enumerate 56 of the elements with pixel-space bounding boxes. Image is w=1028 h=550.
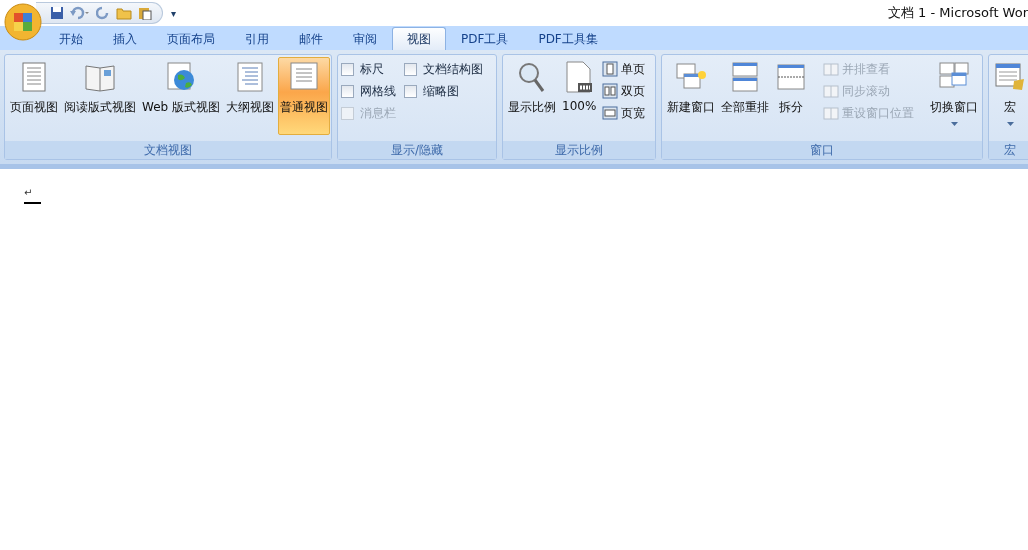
ribbon-tab[interactable]: PDF工具 <box>446 27 524 50</box>
view-button[interactable]: 全部重排 <box>719 57 771 135</box>
menu-button[interactable]: 切换窗口 <box>928 57 980 135</box>
group-title: 显示/隐藏 <box>338 141 496 159</box>
view-button[interactable]: 拆分 <box>773 57 809 135</box>
ribbon-tab[interactable]: 邮件 <box>284 27 338 50</box>
customize-toolbar-button[interactable]: ▾ <box>171 7 177 19</box>
text-cursor <box>24 202 41 204</box>
page-width-icon <box>602 105 619 121</box>
view-button[interactable]: 大纲视图 <box>224 57 276 135</box>
menu-button[interactable]: 宏 <box>992 57 1028 135</box>
view-button[interactable]: 页面视图 <box>8 57 60 135</box>
folder-icon[interactable] <box>116 6 132 20</box>
view-button[interactable]: 显示比例 <box>506 57 558 135</box>
draft-icon <box>288 61 320 93</box>
redo-icon[interactable] <box>96 6 110 20</box>
ribbon-tab[interactable]: 开始 <box>44 27 98 50</box>
page-icon <box>602 61 619 77</box>
two-pages-icon <box>602 83 619 99</box>
split-icon <box>775 61 807 93</box>
view-button[interactable]: 新建窗口 <box>665 57 717 135</box>
clipboard-icon[interactable] <box>138 6 152 20</box>
paragraph-mark: ↵ <box>24 187 33 198</box>
group-title: 文档视图 <box>5 141 331 159</box>
checkbox[interactable]: 缩略图 <box>404 80 483 102</box>
outline-icon <box>234 61 266 93</box>
toolbar-button[interactable]: 单页 <box>600 58 648 80</box>
view-button[interactable]: 普通视图 <box>278 57 330 135</box>
ribbon-tab[interactable]: 页面布局 <box>152 27 230 50</box>
save-icon[interactable] <box>50 6 64 20</box>
arrange-icon <box>729 61 761 93</box>
caret-icon <box>950 122 958 126</box>
undo-icon[interactable] <box>70 6 90 20</box>
checkbox[interactable]: 文档结构图 <box>404 58 483 80</box>
toolbar-button[interactable]: 双页 <box>600 80 648 102</box>
view-button[interactable]: 阅读版式视图 <box>62 57 138 135</box>
window-title: 文档 1 - Microsoft Wor <box>887 4 1028 22</box>
macro-icon <box>994 61 1026 93</box>
ribbon-tab[interactable]: 引用 <box>230 27 284 50</box>
checkbox[interactable]: 标尺 <box>341 58 396 80</box>
view-button[interactable]: Web 版式视图 <box>140 57 222 135</box>
ribbon-tab[interactable]: 审阅 <box>338 27 392 50</box>
window-icon <box>823 61 839 77</box>
caret-icon <box>1006 122 1014 126</box>
ribbon-tab[interactable]: 视图 <box>392 27 446 50</box>
ribbon-tab[interactable]: PDF工具集 <box>523 27 613 50</box>
toolbar-button[interactable]: 页宽 <box>600 102 648 124</box>
group-title: 显示比例 <box>503 141 655 159</box>
ribbon-tab[interactable]: 插入 <box>98 27 152 50</box>
globe-icon <box>165 61 197 93</box>
view-button[interactable]: 100% <box>560 57 599 135</box>
group-title: 窗口 <box>662 141 982 159</box>
group-title: 宏 <box>989 141 1028 159</box>
checkbox[interactable]: 网格线 <box>341 80 396 102</box>
window-icon <box>823 105 839 121</box>
window-icon <box>823 83 839 99</box>
